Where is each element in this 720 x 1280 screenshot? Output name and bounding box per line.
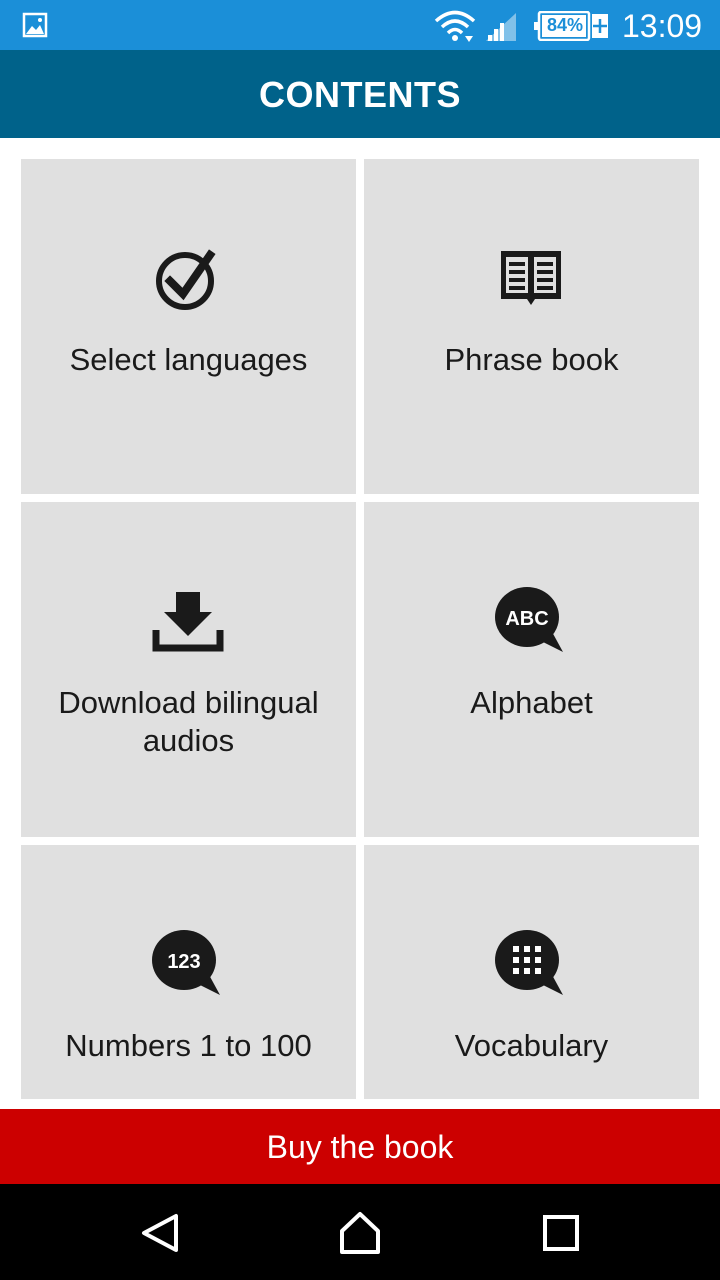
page-title: CONTENTS [259,74,461,115]
numbers-bubble-text: 123 [167,951,200,973]
menu-tile-download-audios[interactable]: Download bilingual audios [21,502,356,837]
book-icon [501,251,561,305]
check-circle-icon [156,249,216,310]
home-icon[interactable] [337,1210,383,1256]
menu-tile-alphabet[interactable]: ABC Alphabet [364,502,699,837]
numbers-speech-bubble-icon: 123 [152,930,220,995]
buy-book-button[interactable]: Buy the book [0,1109,720,1184]
gallery-icon [22,12,48,38]
clock: 13:09 [622,8,703,44]
menu-tile-vocabulary[interactable]: Vocabulary [364,845,699,1099]
recents-icon[interactable] [538,1210,584,1256]
signal-icon [486,13,516,41]
back-icon[interactable] [136,1210,182,1256]
menu-tile-label: Vocabulary [454,1028,609,1063]
status-bar: 84% 13:09 [0,0,720,50]
grid-speech-bubble-icon [495,930,563,995]
menu-tile-select-languages[interactable]: Select languages [21,159,356,494]
navigation-bar [0,1184,720,1280]
app-bar: CONTENTS [0,50,720,138]
menu-tile-label: Download bilingual audios [58,685,319,758]
wifi-icon [434,10,476,42]
menu-grid: Select languages Phrase book Download bi… [21,159,699,1099]
menu-tile-numbers[interactable]: 123 Numbers 1 to 100 [21,845,356,1099]
menu-tile-label: Numbers 1 to 100 [65,1028,312,1063]
menu-tile-label: Select languages [69,342,308,377]
battery-level: 84% [546,15,584,35]
download-icon [152,592,224,652]
menu-tile-label: Phrase book [444,342,619,377]
abc-bubble-text: ABC [505,608,548,630]
abc-speech-bubble-icon: ABC [495,587,563,652]
menu-tile-label: Alphabet [470,685,593,720]
menu-tile-phrase-book[interactable]: Phrase book [364,159,699,494]
